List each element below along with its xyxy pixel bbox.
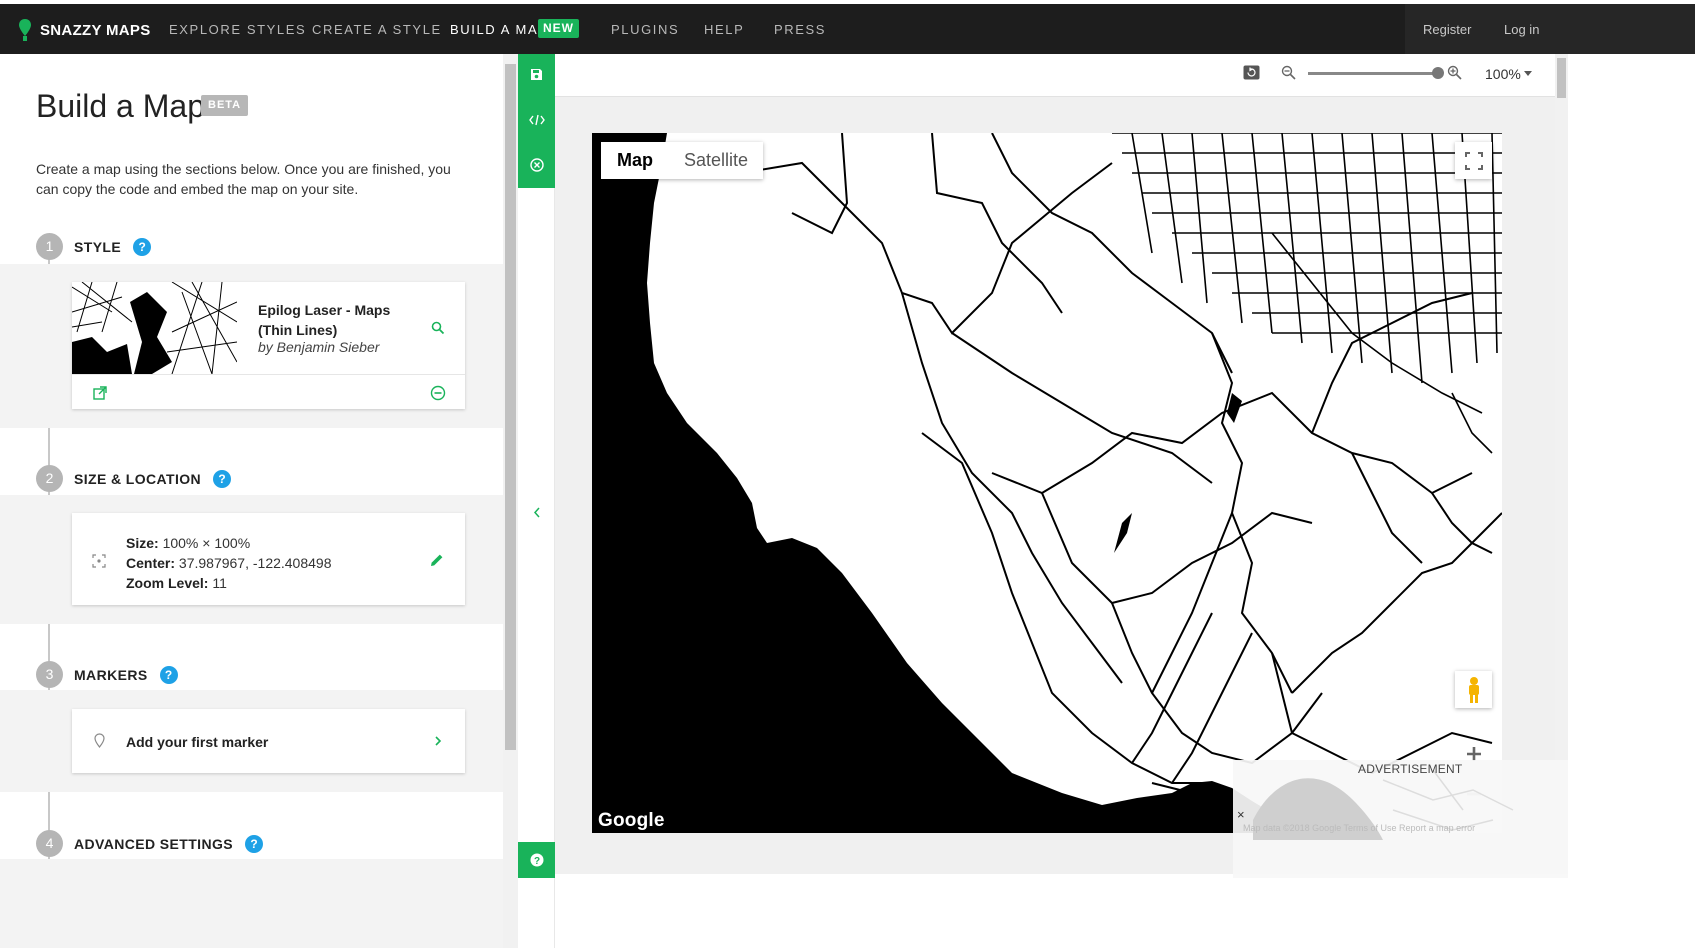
dropdown-icon[interactable] [1524, 71, 1532, 76]
collapse-chevron-icon[interactable] [533, 507, 541, 518]
fullscreen-icon [1464, 151, 1483, 170]
edit-pencil-icon[interactable] [430, 553, 444, 567]
reset-icon[interactable] [1243, 65, 1260, 80]
remove-icon[interactable] [430, 385, 446, 401]
close-circle-icon [529, 158, 544, 172]
map-type-map[interactable]: Map [601, 142, 669, 179]
close-builder-button[interactable] [518, 145, 555, 185]
page-scrollbar-track[interactable] [1555, 54, 1568, 874]
style-card: Epilog Laser - Maps (Thin Lines) by Benj… [72, 282, 465, 409]
map-pin-icon [94, 733, 105, 748]
help-icon[interactable]: ? [213, 469, 232, 488]
step-label: MARKERS [74, 666, 148, 683]
style-thumbnail[interactable] [72, 282, 237, 374]
size-value: 100% × 100% [162, 535, 251, 551]
step-number: 4 [36, 830, 63, 857]
zoom-percent[interactable]: 100% [1485, 66, 1521, 82]
step-label: SIZE & LOCATION [74, 470, 202, 487]
nav-build-a-map[interactable]: BUILD A MAP [450, 22, 549, 37]
code-button[interactable] [518, 100, 555, 140]
help-icon[interactable]: ? [245, 834, 263, 853]
advertisement-panel [1233, 760, 1568, 878]
code-icon [528, 114, 545, 126]
help-button[interactable]: ? [518, 842, 555, 878]
google-logo: Google [598, 810, 665, 831]
step-advanced-settings: 4 ADVANCED SETTINGS ? [36, 830, 263, 857]
svg-text:?: ? [533, 856, 539, 867]
zoom-slider-track[interactable] [1308, 72, 1438, 75]
step-size-location: 2 SIZE & LOCATION ? [36, 465, 232, 492]
pegman-icon [1468, 676, 1479, 703]
tool-strip [518, 54, 555, 948]
style-thumbnail-image [72, 282, 237, 374]
login-link[interactable]: Log in [1504, 22, 1539, 37]
map-footer-attribution: Map data ©2018 Google Terms of Use Repor… [1243, 823, 1476, 833]
nav-explore-styles[interactable]: EXPLORE STYLES [169, 22, 306, 37]
focus-icon [92, 554, 106, 568]
center-row: Center: 37.987967, -122.408498 [126, 553, 332, 573]
help-icon[interactable]: ? [159, 665, 178, 684]
beta-badge: BETA [201, 95, 249, 116]
zoom-value: 11 [212, 575, 227, 591]
center-value: 37.987967, -122.408498 [178, 555, 332, 571]
fullscreen-button[interactable] [1455, 142, 1492, 179]
nav-press[interactable]: PRESS [774, 22, 826, 37]
map-type-satellite[interactable]: Satellite [669, 142, 763, 179]
intro-text: Create a map using the sections below. O… [36, 161, 451, 197]
zoom-out-icon[interactable] [1281, 65, 1296, 80]
zoom-row: Zoom Level: 11 [126, 573, 332, 593]
panel-scrollbar-thumb[interactable] [505, 64, 516, 750]
search-icon[interactable] [431, 321, 445, 335]
map-render [592, 133, 1502, 833]
save-button[interactable] [518, 54, 555, 94]
map-canvas[interactable] [592, 133, 1502, 833]
step-number: 1 [36, 233, 63, 260]
card-divider [72, 374, 465, 375]
nav-create-a-style[interactable]: CREATE A STYLE [312, 22, 442, 37]
top-navigation: SNAZZY MAPS EXPLORE STYLES CREATE A STYL… [0, 4, 1695, 54]
logo-text: SNAZZY MAPS [40, 21, 151, 39]
logo-pin-icon [19, 19, 31, 41]
add-marker-card[interactable]: Add your first marker [72, 709, 465, 773]
style-name: Epilog Laser - Maps (Thin Lines) [258, 302, 391, 338]
step-markers: 3 MARKERS ? [36, 661, 178, 688]
advertisement-image [1253, 769, 1514, 840]
help-icon: ? [530, 853, 543, 867]
builder-panel: Build a Map BETA Create a map using the … [0, 54, 545, 948]
size-row: Size: 100% × 100% [126, 533, 332, 553]
advanced-settings-section [0, 859, 545, 948]
map-type-control: Map Satellite [601, 142, 764, 179]
zoom-in-icon[interactable] [1447, 65, 1462, 80]
size-location-details: Size: 100% × 100% Center: 37.987967, -12… [126, 533, 332, 593]
pegman-button[interactable] [1455, 671, 1492, 708]
step-label: STYLE [74, 238, 122, 255]
step-number: 3 [36, 661, 63, 688]
size-label: Size: [126, 535, 159, 551]
step-style: 1 STYLE ? [36, 233, 152, 260]
external-link-icon[interactable] [93, 386, 107, 400]
logo[interactable]: SNAZZY MAPS [18, 18, 151, 42]
register-link[interactable]: Register [1423, 22, 1471, 37]
style-author: by Benjamin Sieber [258, 339, 380, 355]
nav-help[interactable]: HELP [704, 22, 744, 37]
page-scrollbar-thumb[interactable] [1557, 58, 1566, 98]
save-icon [531, 68, 542, 80]
step-label: ADVANCED SETTINGS [74, 835, 233, 852]
advertisement-close-button[interactable]: × [1237, 807, 1245, 822]
map-toolbar [555, 54, 1555, 97]
new-badge: NEW [538, 19, 579, 38]
advertisement-label: ADVERTISEMENT [1358, 762, 1463, 776]
add-marker-label: Add your first marker [126, 734, 269, 750]
zoom-slider-handle[interactable] [1432, 67, 1444, 79]
step-number: 2 [36, 465, 63, 492]
help-icon[interactable]: ? [133, 237, 152, 256]
center-label: Center: [126, 555, 176, 571]
nav-plugins[interactable]: PLUGINS [611, 22, 679, 37]
size-location-card[interactable]: Size: 100% × 100% Center: 37.987967, -12… [72, 513, 465, 605]
chevron-right-icon [435, 736, 442, 746]
page-title: Build a Map [36, 88, 205, 124]
zoom-label: Zoom Level: [126, 575, 209, 591]
